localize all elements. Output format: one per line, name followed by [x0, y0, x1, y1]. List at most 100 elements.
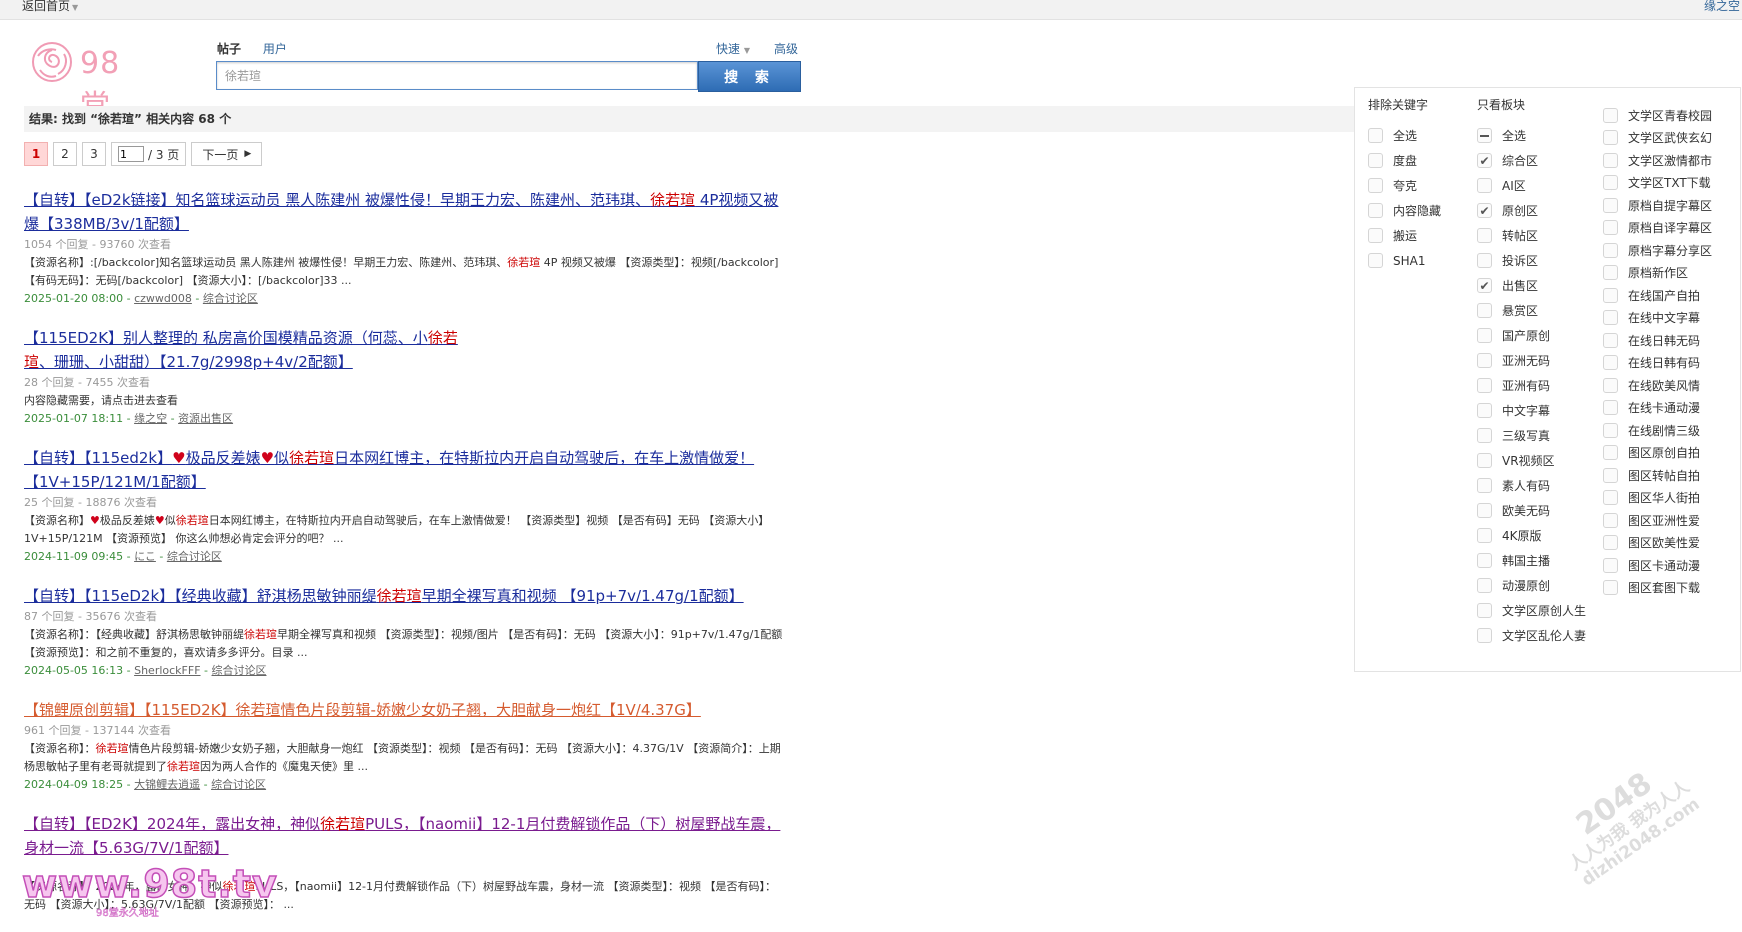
- result-forum-link[interactable]: 资源出售区: [178, 412, 233, 425]
- filter-option[interactable]: 在线中文字幕: [1603, 307, 1712, 330]
- checkbox-icon[interactable]: [1368, 228, 1383, 243]
- result-forum-link[interactable]: 综合讨论区: [167, 550, 222, 563]
- filter-option[interactable]: 原档新作区: [1603, 262, 1712, 285]
- filter-option[interactable]: 夸克: [1368, 173, 1441, 198]
- filter-option[interactable]: 原档自提字幕区: [1603, 194, 1712, 217]
- filter-option[interactable]: 搬运: [1368, 223, 1441, 248]
- filter-option[interactable]: 图区卡通动漫: [1603, 554, 1712, 577]
- filter-option[interactable]: 在线国产自拍: [1603, 284, 1712, 307]
- filter-option[interactable]: 图区欧美性爱: [1603, 532, 1712, 555]
- filter-option[interactable]: 动漫原创: [1477, 573, 1586, 598]
- checkbox-icon[interactable]: [1603, 512, 1618, 528]
- checkbox-icon[interactable]: [1603, 287, 1618, 303]
- checkbox-icon[interactable]: [1477, 178, 1492, 193]
- filter-option[interactable]: 文学区武侠玄幻: [1603, 127, 1712, 150]
- checkbox-icon[interactable]: [1477, 628, 1492, 643]
- checkbox-icon[interactable]: [1368, 128, 1383, 143]
- filter-option[interactable]: 图区转帖自拍: [1603, 464, 1712, 487]
- result-title-link[interactable]: 【自转】【115ed2k】♥极品反差婊♥似徐若瑄日本网红博主，在特斯拉内开启自动…: [24, 446, 784, 494]
- checkbox-icon[interactable]: [1477, 303, 1492, 318]
- result-forum-link[interactable]: 综合讨论区: [212, 664, 267, 677]
- filter-option[interactable]: 内容隐藏: [1368, 198, 1441, 223]
- checkbox-icon[interactable]: [1477, 578, 1492, 593]
- result-title-link[interactable]: 【115ED2K】别人整理的 私房高价国模精品资源（何蕊、小徐若瑄、珊珊、小甜甜…: [24, 326, 784, 374]
- result-author-link[interactable]: にこ: [134, 550, 156, 563]
- filter-option[interactable]: AI区: [1477, 173, 1586, 198]
- filter-option[interactable]: 图区原创自拍: [1603, 442, 1712, 465]
- checkbox-icon[interactable]: [1603, 355, 1618, 371]
- filter-option[interactable]: 欧美无码: [1477, 498, 1586, 523]
- user-link[interactable]: 缘之空: [1704, 0, 1740, 13]
- filter-option[interactable]: 素人有码: [1477, 473, 1586, 498]
- filter-option[interactable]: 在线日韩无码: [1603, 329, 1712, 352]
- filter-option[interactable]: 转帖区: [1477, 223, 1586, 248]
- checkbox-icon[interactable]: [1477, 478, 1492, 493]
- result-title-link[interactable]: 【锦鲤原创剪辑】【115ED2K】徐若瑄情色片段剪辑-娇嫩少女奶子翘，大胆献身一…: [24, 698, 784, 722]
- page-2[interactable]: 2: [53, 142, 77, 166]
- result-title-link[interactable]: 【自转】【115eD2k】【经典收藏】舒淇杨思敏钟丽缇徐若瑄早期全裸写真和视频 …: [24, 584, 784, 608]
- result-forum-link[interactable]: 综合讨论区: [211, 778, 266, 791]
- filter-option[interactable]: 三级写真: [1477, 423, 1586, 448]
- filter-option[interactable]: 图区亚洲性爱: [1603, 509, 1712, 532]
- page-jump-input[interactable]: [118, 146, 144, 162]
- checkbox-checked-icon[interactable]: ✔: [1477, 203, 1492, 218]
- checkbox-icon[interactable]: [1603, 400, 1618, 416]
- checkbox-icon[interactable]: [1477, 553, 1492, 568]
- checkbox-icon[interactable]: [1477, 603, 1492, 618]
- filter-option[interactable]: 图区华人街拍: [1603, 487, 1712, 510]
- checkbox-icon[interactable]: [1603, 377, 1618, 393]
- search-input[interactable]: [216, 61, 698, 90]
- filter-option[interactable]: 文学区原创人生: [1477, 598, 1586, 623]
- checkbox-icon[interactable]: [1603, 197, 1618, 213]
- checkbox-icon[interactable]: [1603, 220, 1618, 236]
- checkbox-icon[interactable]: [1368, 203, 1383, 218]
- filter-option[interactable]: 国产原创: [1477, 323, 1586, 348]
- filter-option[interactable]: 图区套图下载: [1603, 577, 1712, 600]
- filter-option[interactable]: 在线欧美风情: [1603, 374, 1712, 397]
- result-author-link[interactable]: SherlockFFF: [134, 664, 200, 677]
- result-title-link[interactable]: 【自转】【eD2k链接】知名篮球运动员 黑人陈建州 被爆性侵！早期王力宏、陈建州…: [24, 188, 784, 236]
- filter-option[interactable]: 悬赏区: [1477, 298, 1586, 323]
- checkbox-icon[interactable]: [1603, 490, 1618, 506]
- checkbox-icon[interactable]: [1477, 353, 1492, 368]
- checkbox-icon[interactable]: [1603, 107, 1618, 123]
- result-author-link[interactable]: czwwd008: [134, 292, 192, 305]
- checkbox-icon[interactable]: [1603, 242, 1618, 258]
- checkbox-icon[interactable]: [1477, 228, 1492, 243]
- checkbox-icon[interactable]: [1603, 310, 1618, 326]
- next-page-button[interactable]: 下一页 ▶: [191, 142, 263, 166]
- filter-option[interactable]: ✔ 综合区: [1477, 148, 1586, 173]
- result-forum-link[interactable]: 综合讨论区: [203, 292, 258, 305]
- filter-option[interactable]: 中文字幕: [1477, 398, 1586, 423]
- checkbox-icon[interactable]: [1477, 378, 1492, 393]
- filter-option[interactable]: 全选: [1368, 123, 1441, 148]
- search-button[interactable]: 搜 索: [698, 61, 801, 92]
- page-3[interactable]: 3: [82, 142, 106, 166]
- page-1[interactable]: 1: [24, 142, 48, 166]
- checkbox-icon[interactable]: [1603, 557, 1618, 573]
- filter-option[interactable]: 在线剧情三级: [1603, 419, 1712, 442]
- checkbox-icon[interactable]: [1477, 453, 1492, 468]
- checkbox-icon[interactable]: [1603, 152, 1618, 168]
- checkbox-icon[interactable]: [1477, 503, 1492, 518]
- quick-search-option[interactable]: 快速 ▼: [716, 40, 750, 57]
- checkbox-icon[interactable]: [1477, 428, 1492, 443]
- checkbox-icon[interactable]: [1603, 332, 1618, 348]
- result-title-link[interactable]: 【自转】【ED2K】2024年，露出女神，神似徐若瑄PULS，【naomii】1…: [24, 812, 784, 860]
- filter-option[interactable]: 韩国主播: [1477, 548, 1586, 573]
- result-author-link[interactable]: 大锦鲤去逍遥: [134, 778, 200, 791]
- checkbox-icon[interactable]: [1368, 178, 1383, 193]
- checkbox-icon[interactable]: [1603, 467, 1618, 483]
- checkbox-checked-icon[interactable]: ✔: [1477, 153, 1492, 168]
- checkbox-icon[interactable]: [1603, 422, 1618, 438]
- site-logo[interactable]: 98堂: [28, 40, 148, 124]
- checkbox-icon[interactable]: [1603, 175, 1618, 191]
- checkbox-icon[interactable]: [1368, 153, 1383, 168]
- filter-option[interactable]: 文学区激情都市: [1603, 149, 1712, 172]
- checkbox-icon[interactable]: [1603, 535, 1618, 551]
- checkbox-icon[interactable]: [1603, 445, 1618, 461]
- checkbox-icon[interactable]: [1477, 528, 1492, 543]
- tab-posts[interactable]: 帖子: [217, 42, 241, 56]
- filter-option[interactable]: SHA1: [1368, 248, 1441, 273]
- filter-option[interactable]: 在线日韩有码: [1603, 352, 1712, 375]
